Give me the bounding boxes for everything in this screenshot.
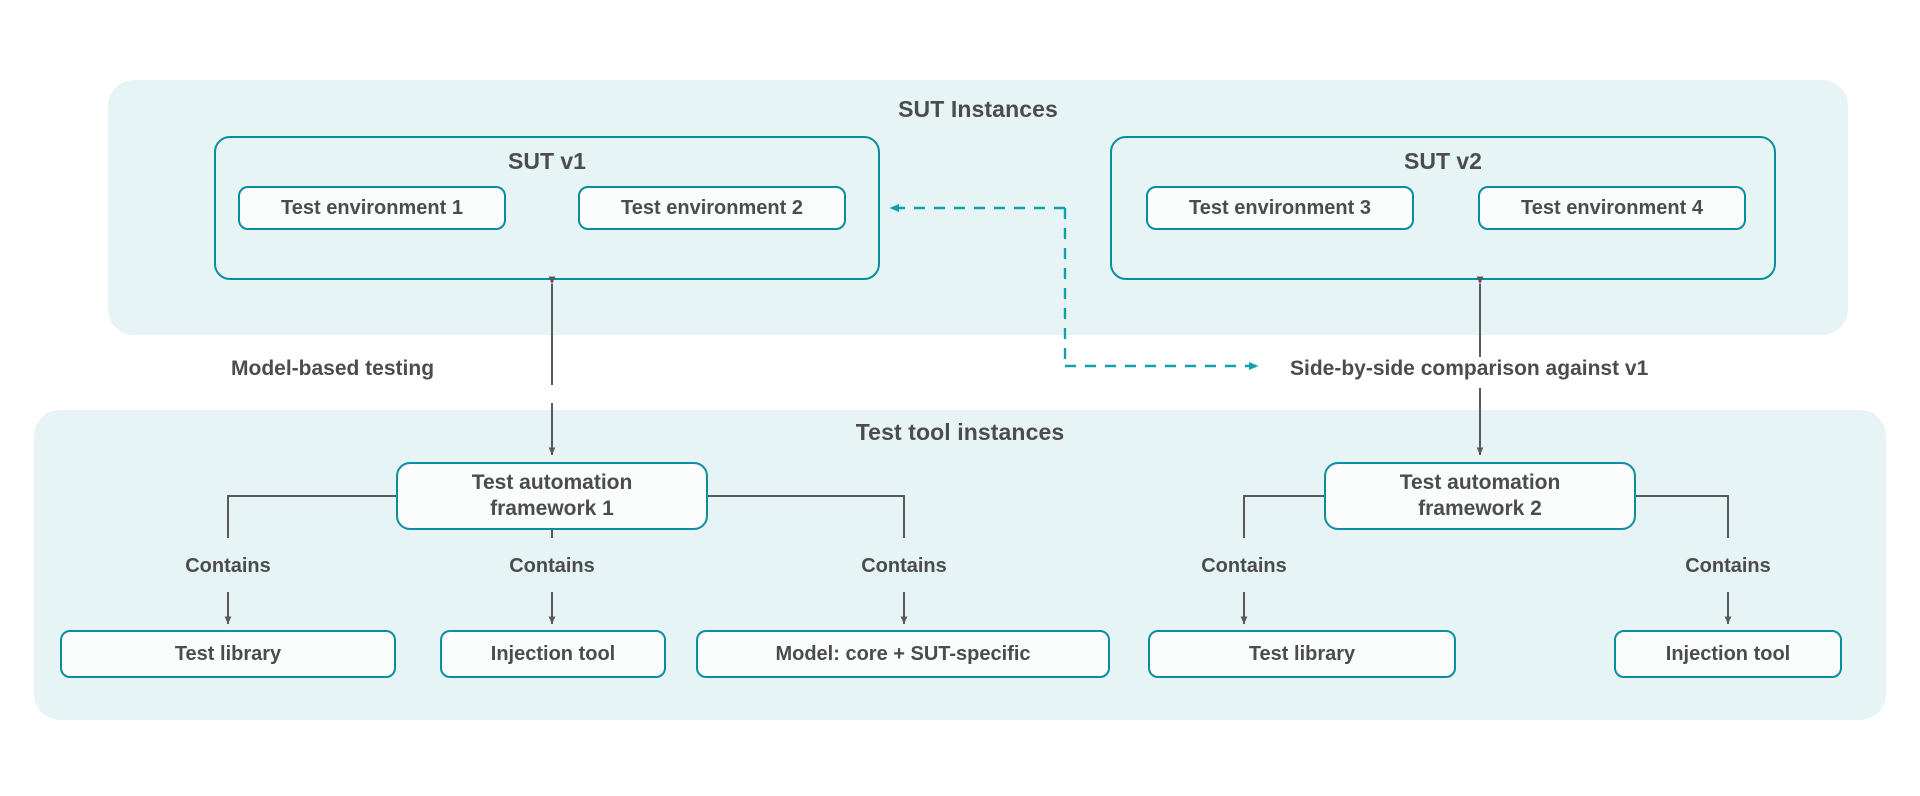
framework-1-injection-tool-node[interactable]: Injection tool — [440, 630, 666, 678]
framework-2-line2: framework 2 — [1418, 497, 1542, 520]
panel-test-tool-instances-title: Test tool instances — [855, 419, 1065, 445]
framework-1-model-label: Model: core + SUT-specific — [775, 642, 1031, 665]
contains-label-3: Contains — [861, 555, 947, 577]
panel-sut-instances-title: SUT Instances — [898, 96, 1058, 122]
framework-1-line1: Test automation — [471, 471, 633, 495]
contains-label-1: Contains — [185, 555, 271, 577]
test-environment-4-node[interactable]: Test environment 4 — [1478, 186, 1746, 230]
test-environment-3-label: Test environment 3 — [1189, 196, 1371, 219]
framework-1-injection-tool-label: Injection tool — [490, 642, 616, 665]
test-environment-3-node[interactable]: Test environment 3 — [1146, 186, 1414, 230]
test-environment-2-node[interactable]: Test environment 2 — [578, 186, 846, 230]
contains-label-5: Contains — [1685, 555, 1771, 577]
framework-1-model-node[interactable]: Model: core + SUT-specific — [696, 630, 1110, 678]
test-environment-1-label: Test environment 1 — [281, 196, 463, 219]
test-automation-framework-2-label: Test automation framework 2 — [1400, 470, 1561, 521]
test-environment-4-label: Test environment 4 — [1521, 196, 1703, 219]
diagram-canvas: SUT Instances SUT v1 Test environment 1 … — [0, 0, 1920, 796]
framework-1-test-library-label: Test library — [174, 642, 282, 665]
test-environment-1-node[interactable]: Test environment 1 — [238, 186, 506, 230]
edge-label-side-by-side-comparison: Side-by-side comparison against v1 — [1290, 357, 1649, 380]
framework-2-test-library-label: Test library — [1248, 642, 1356, 665]
framework-2-injection-tool-node[interactable]: Injection tool — [1614, 630, 1842, 678]
framework-2-line1: Test automation — [1399, 471, 1561, 495]
framework-2-injection-tool-label: Injection tool — [1665, 642, 1791, 665]
framework-1-line2: framework 1 — [490, 497, 614, 520]
test-environment-2-label: Test environment 2 — [621, 196, 803, 219]
sut-group-v2-title: SUT v2 — [1404, 148, 1482, 174]
contains-label-4: Contains — [1201, 555, 1287, 577]
test-automation-framework-2-node[interactable]: Test automation framework 2 — [1324, 462, 1636, 530]
test-automation-framework-1-label: Test automation framework 1 — [472, 470, 633, 521]
test-automation-framework-1-node[interactable]: Test automation framework 1 — [396, 462, 708, 530]
sut-group-v1-title: SUT v1 — [508, 148, 586, 174]
framework-2-test-library-node[interactable]: Test library — [1148, 630, 1456, 678]
framework-1-test-library-node[interactable]: Test library — [60, 630, 396, 678]
contains-label-2: Contains — [509, 555, 595, 577]
edge-label-model-based-testing: Model-based testing — [231, 357, 435, 380]
